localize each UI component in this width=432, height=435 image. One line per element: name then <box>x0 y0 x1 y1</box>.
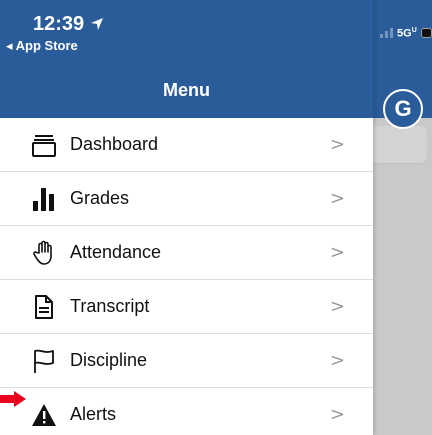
menu-item-attendance[interactable]: Attendance > <box>0 226 373 280</box>
menu-item-label: Discipline <box>70 350 148 370</box>
background-card <box>373 126 427 163</box>
status-time: 12:39 <box>33 13 104 36</box>
signal-icon <box>380 28 393 38</box>
menu-list: Dashboard > Grades > Attendance > Transc… <box>0 118 373 435</box>
menu-item-alerts[interactable]: Alerts > <box>0 388 373 435</box>
background-dimmed-content[interactable] <box>373 118 432 435</box>
menu-item-dashboard[interactable]: Dashboard > <box>0 118 373 172</box>
menu-header: 12:39 ◂ App Store Menu <box>0 0 373 118</box>
chevron-right-icon: > <box>329 134 345 155</box>
chevron-right-icon: > <box>329 296 345 317</box>
menu-item-grades[interactable]: Grades > <box>0 172 373 226</box>
back-to-app-store-link[interactable]: ◂ App Store <box>6 38 78 54</box>
raised-hand-icon <box>31 240 57 266</box>
avatar[interactable]: G <box>383 89 423 129</box>
status-indicators: 5GU <box>373 26 432 40</box>
menu-title: Menu <box>163 80 210 100</box>
annotation-arrow-icon <box>0 391 26 407</box>
chevron-right-icon: > <box>329 242 345 263</box>
chevron-right-icon: > <box>329 188 345 209</box>
menu-item-label: Attendance <box>70 242 162 262</box>
menu-item-label: Transcript <box>70 296 150 316</box>
menu-item-transcript[interactable]: Transcript > <box>0 280 373 334</box>
bar-chart-icon <box>31 186 57 212</box>
document-icon <box>31 294 57 320</box>
background-app: 5GU G <box>373 0 432 435</box>
menu-item-label: Dashboard <box>70 134 159 154</box>
chevron-right-icon: > <box>329 404 345 425</box>
network-label: 5GU <box>397 26 417 40</box>
chevron-right-icon: > <box>329 350 345 371</box>
location-arrow-icon <box>90 18 103 30</box>
flag-icon <box>31 348 57 374</box>
menu-item-discipline[interactable]: Discipline > <box>0 334 373 388</box>
dashboard-stack-icon <box>31 132 57 158</box>
menu-item-label: Alerts <box>70 404 117 424</box>
warning-triangle-icon <box>31 402 57 428</box>
battery-icon <box>420 28 432 38</box>
side-menu: 12:39 ◂ App Store Menu Dashboard > Grade… <box>0 0 373 435</box>
menu-item-label: Grades <box>70 188 130 208</box>
